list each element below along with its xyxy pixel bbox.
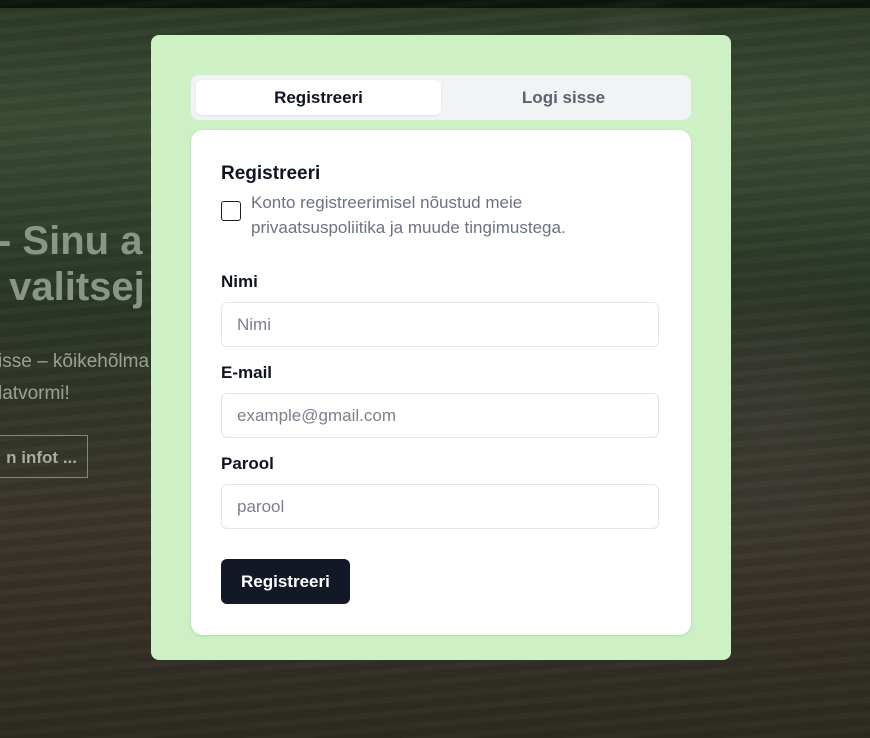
name-field[interactable] bbox=[221, 302, 659, 347]
register-submit-button[interactable]: Registreeri bbox=[221, 559, 350, 604]
form-title: Registreeri bbox=[221, 163, 321, 184]
register-form-card: Registreeri Konto registreerimisel nõust… bbox=[191, 130, 691, 635]
email-label: E-mail bbox=[221, 363, 273, 382]
more-info-button[interactable]: n infot ... bbox=[0, 435, 88, 478]
auth-tabs: Registreeri Logi sisse bbox=[191, 75, 691, 120]
password-label: Parool bbox=[221, 454, 274, 473]
password-field[interactable] bbox=[221, 484, 659, 529]
hero-description-line-1: isse – kõikehõlma bbox=[0, 351, 150, 372]
hero-description-line-2: latvormi! bbox=[0, 383, 70, 404]
email-field[interactable] bbox=[221, 393, 659, 438]
hero-title-line-1: - Sinu a bbox=[0, 219, 143, 263]
hero-description: isse – kõikehõlma latvormi! bbox=[0, 346, 149, 410]
hero-title-line-2: valitsej bbox=[0, 265, 145, 309]
hero-title: - Sinu a valitsej bbox=[0, 218, 145, 310]
tab-login[interactable]: Logi sisse bbox=[441, 80, 686, 115]
register-login-modal: Registreeri Logi sisse Registreeri Konto… bbox=[151, 35, 731, 660]
tab-register[interactable]: Registreeri bbox=[196, 80, 441, 115]
consent-text: Konto registreerimisel nõustud meie priv… bbox=[251, 193, 566, 237]
consent-checkbox[interactable] bbox=[221, 201, 241, 221]
consent-row: Konto registreerimisel nõustud meie priv… bbox=[221, 190, 661, 240]
name-label: Nimi bbox=[221, 272, 258, 291]
